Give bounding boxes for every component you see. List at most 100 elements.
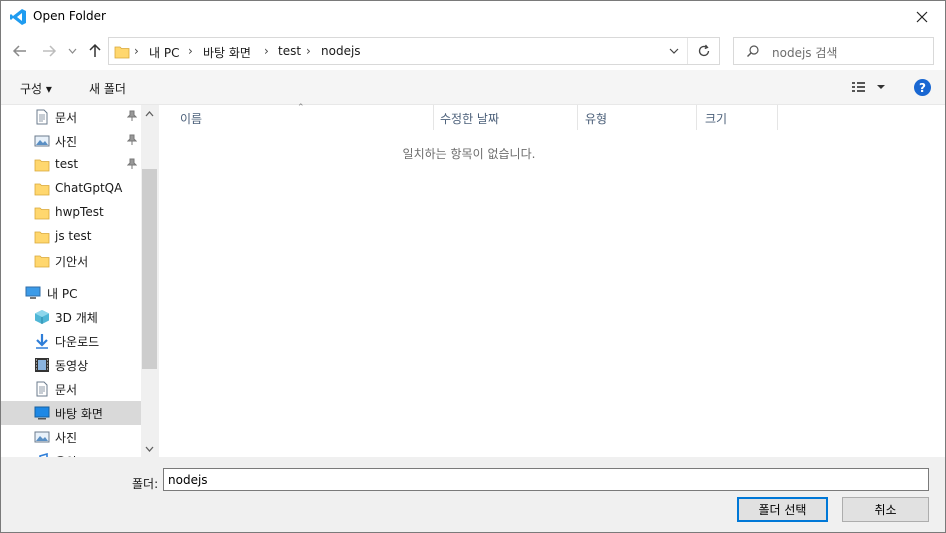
nav-item-label: 문서 <box>55 383 78 397</box>
new-folder-button[interactable]: 새 폴더 <box>89 80 126 97</box>
nav-item-draft[interactable]: 기안서 <box>1 249 141 273</box>
forward-button[interactable] <box>38 40 60 62</box>
video-icon <box>35 358 49 372</box>
desktop-icon <box>34 406 50 420</box>
nav-item-label: 동영상 <box>55 359 89 373</box>
chevron-down-icon <box>68 48 76 54</box>
arrow-right-icon <box>43 45 57 57</box>
scroll-thumb[interactable] <box>142 169 157 369</box>
select-folder-button[interactable]: 폴더 선택 <box>737 497 828 522</box>
nav-item-label: 다운로드 <box>55 335 100 349</box>
pictures-icon <box>34 135 50 147</box>
nav-item-label: 사진 <box>55 135 78 149</box>
search-placeholder: nodejs 검색 <box>772 46 838 60</box>
nav-item-documents[interactable]: 문서 <box>1 377 141 401</box>
nav-item-test-pinned[interactable]: test <box>1 153 141 177</box>
empty-list-message: 일치하는 항목이 없습니다. <box>402 147 536 161</box>
change-view-button[interactable] <box>849 79 889 95</box>
nav-item-desktop[interactable]: 바탕 화면 <box>1 401 141 425</box>
column-header-type[interactable]: 유형 <box>578 105 697 130</box>
sort-ascending-icon: ⌃ <box>297 103 305 113</box>
nav-item-downloads[interactable]: 다운로드 <box>1 329 141 353</box>
nav-item-label: 바탕 화면 <box>55 407 103 421</box>
vscode-icon <box>10 9 26 25</box>
up-button[interactable] <box>84 40 106 62</box>
breadcrumb-desktop[interactable]: 바탕 화면 <box>203 44 251 61</box>
navigation-bar: › 내 PC › 바탕 화면 › test › nodejs nodejs 검색 <box>1 32 945 70</box>
close-button[interactable] <box>899 1 945 32</box>
nav-item-label: ChatGptQA <box>55 181 123 195</box>
chevron-down-icon <box>669 48 679 54</box>
arrow-up-icon <box>89 43 101 57</box>
folder-icon <box>34 183 50 196</box>
nav-item-label: hwpTest <box>55 205 104 219</box>
navigation-pane-scrollbar[interactable] <box>141 105 158 457</box>
nav-item-3d-objects[interactable]: 3D 개체 <box>1 305 141 329</box>
recent-locations-button[interactable] <box>63 40 81 62</box>
arrow-left-icon <box>12 45 26 57</box>
navigation-pane: 문서 사진 test ChatGptQA hwpTest js test 기안서 <box>1 105 141 457</box>
scroll-up-button[interactable] <box>141 105 158 122</box>
document-icon <box>36 109 48 125</box>
back-button[interactable] <box>9 40 31 62</box>
nav-item-label: 3D 개체 <box>55 311 98 325</box>
nav-item-js-test[interactable]: js test <box>1 225 141 249</box>
column-header-date-modified[interactable]: 수정한 날짜 <box>434 105 578 130</box>
refresh-button[interactable] <box>687 38 720 64</box>
bottom-panel: 폴더: 폴더 선택 취소 <box>1 457 945 532</box>
breadcrumb-separator: › <box>306 44 311 58</box>
computer-icon <box>25 286 41 299</box>
nav-item-pictures-pinned[interactable]: 사진 <box>1 129 141 153</box>
chevron-up-icon <box>145 110 154 116</box>
breadcrumb-my-pc[interactable]: 내 PC <box>149 44 179 61</box>
folder-icon <box>114 46 130 59</box>
nav-item-my-pc[interactable]: 내 PC <box>1 281 141 305</box>
column-header-size[interactable]: 크기 <box>697 105 778 130</box>
column-header-label: 이름 <box>180 112 203 126</box>
scroll-down-button[interactable] <box>141 440 158 457</box>
breadcrumb-nodejs[interactable]: nodejs <box>321 44 361 58</box>
nav-item-label: 문서 <box>55 111 78 125</box>
pin-icon <box>127 110 137 121</box>
nav-item-label: js test <box>55 229 92 243</box>
nav-item-pictures[interactable]: 사진 <box>1 425 141 449</box>
pin-icon <box>127 134 137 145</box>
column-header-label: 수정한 날짜 <box>440 112 500 126</box>
folder-icon <box>34 159 50 172</box>
chevron-down-icon <box>145 446 154 452</box>
nav-item-label: 내 PC <box>47 287 78 301</box>
nav-item-label: 사진 <box>55 431 78 445</box>
nav-item-music[interactable]: 음악 <box>1 449 141 457</box>
pictures-icon <box>34 431 50 443</box>
cube-icon <box>35 310 49 324</box>
nav-item-chatgptqa[interactable]: ChatGptQA <box>1 177 141 201</box>
nav-item-documents-pinned[interactable]: 문서 <box>1 105 141 129</box>
breadcrumb-separator: › <box>134 44 139 58</box>
folder-icon <box>34 207 50 220</box>
download-icon <box>36 334 48 349</box>
nav-item-label: test <box>55 157 79 171</box>
column-header-label: 크기 <box>705 112 728 126</box>
folder-name-input[interactable] <box>163 468 929 491</box>
folder-label: 폴더: <box>132 477 159 491</box>
address-bar[interactable]: › 내 PC › 바탕 화면 › test › nodejs <box>108 37 720 65</box>
breadcrumb-separator: › <box>188 44 193 58</box>
search-box[interactable]: nodejs 검색 <box>733 37 934 65</box>
search-icon <box>747 45 759 57</box>
nav-item-videos[interactable]: 동영상 <box>1 353 141 377</box>
address-dropdown-button[interactable] <box>662 38 686 64</box>
close-icon <box>916 11 928 22</box>
breadcrumb-separator: › <box>264 44 269 58</box>
nav-item-hwptest[interactable]: hwpTest <box>1 201 141 225</box>
folder-icon <box>34 255 50 268</box>
breadcrumb-test[interactable]: test <box>278 44 301 58</box>
window-title: Open Folder <box>33 9 106 23</box>
file-list[interactable]: ⌃ 이름 수정한 날짜 유형 크기 일치하는 항목이 없습니다. <box>159 103 945 457</box>
column-header-name[interactable]: ⌃ 이름 <box>159 103 434 130</box>
help-button[interactable]: ? <box>914 79 931 96</box>
organize-menu[interactable]: 구성 ▾ <box>20 80 52 97</box>
cancel-button[interactable]: 취소 <box>842 497 929 522</box>
document-icon <box>36 381 48 397</box>
open-folder-dialog: Open Folder › 내 PC › 바탕 화면 › test › node… <box>0 0 946 533</box>
nav-item-label: 기안서 <box>55 255 89 269</box>
